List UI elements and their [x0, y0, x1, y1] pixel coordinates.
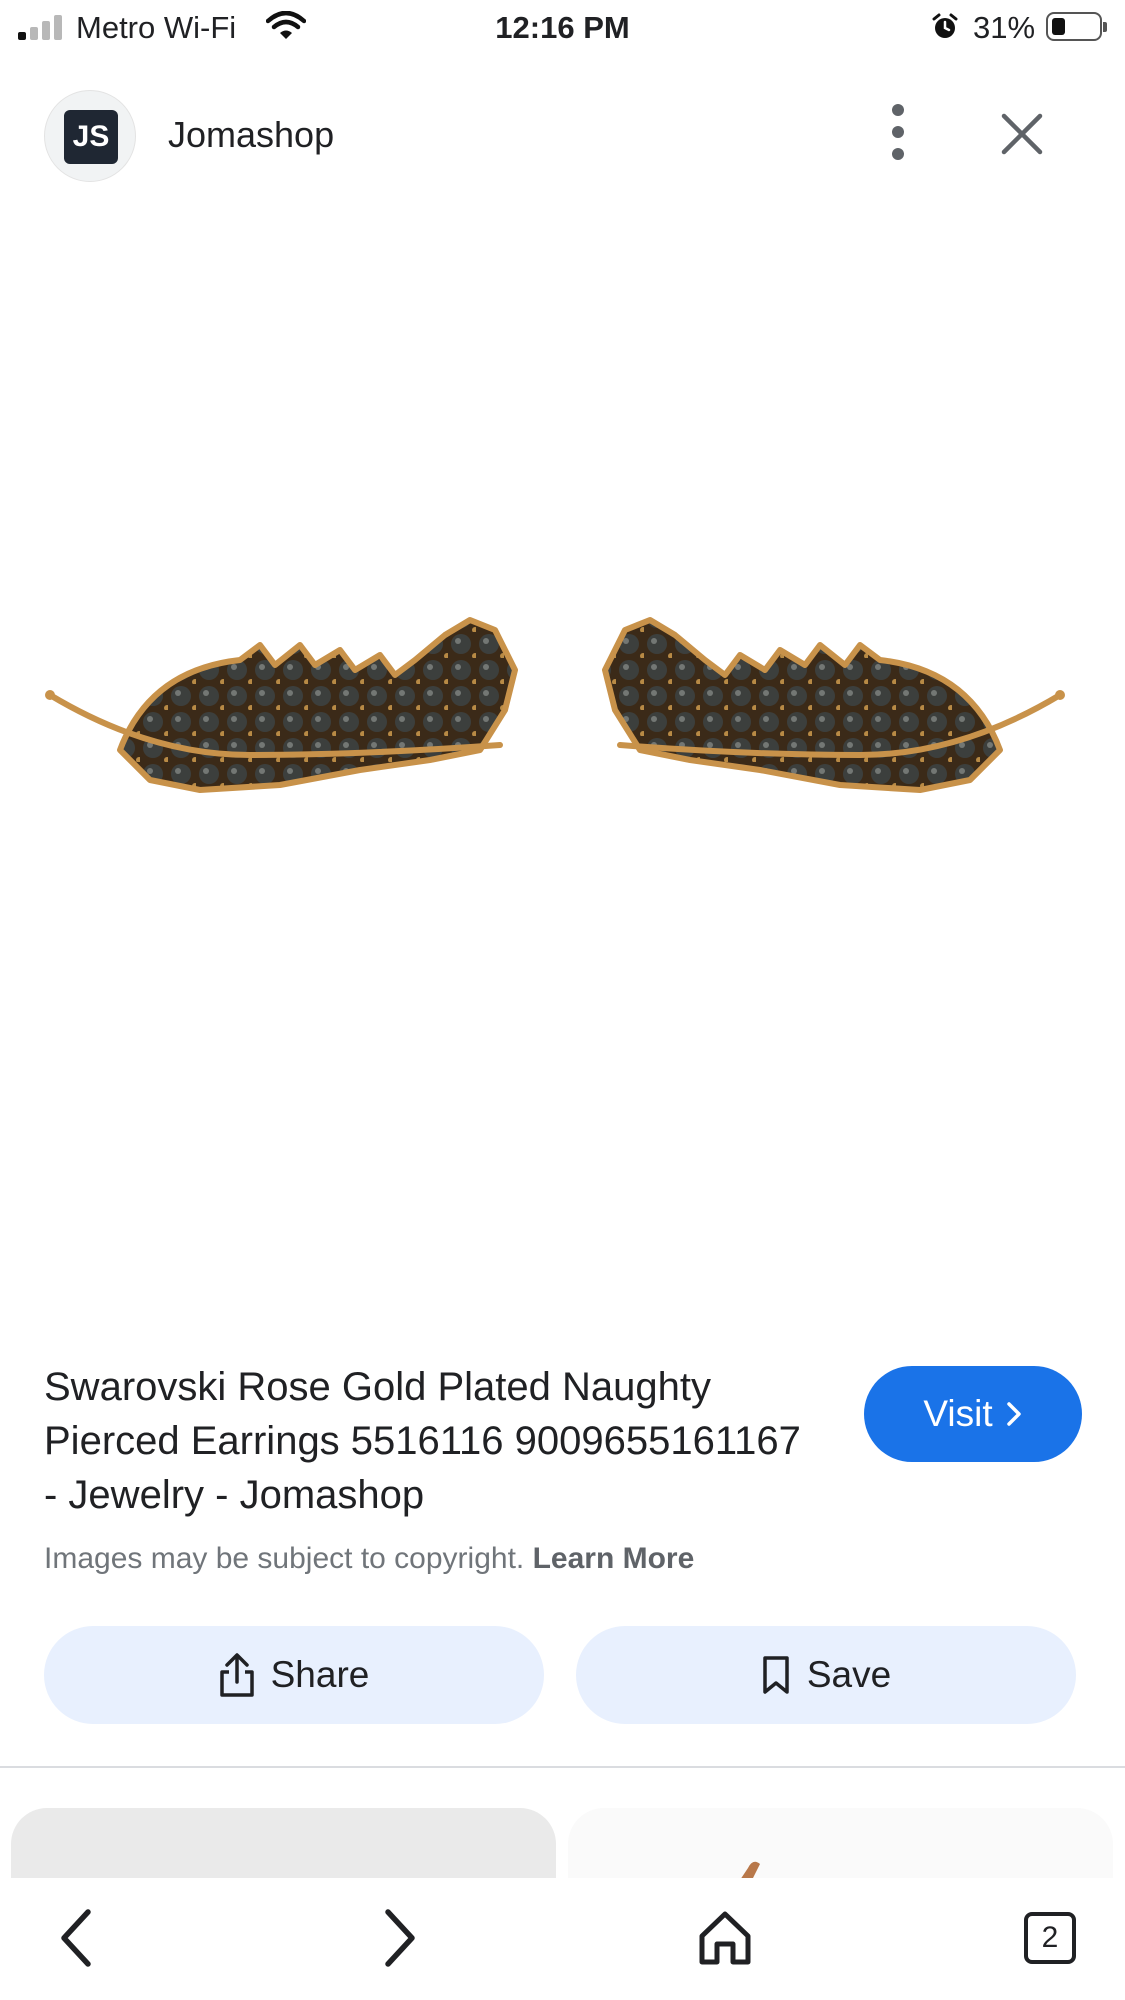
forward-icon	[385, 1909, 415, 1967]
right-earring	[602, 617, 1065, 793]
product-image[interactable]	[0, 190, 1125, 1330]
copyright-notice: Images may be subject to copyright. Lear…	[44, 1542, 694, 1576]
tabs-button[interactable]: 2	[1010, 1898, 1090, 1978]
visit-button[interactable]: Visit	[864, 1366, 1082, 1462]
site-name[interactable]: Jomashop	[168, 114, 334, 156]
forward-button[interactable]	[360, 1898, 440, 1978]
left-earring	[45, 617, 518, 793]
more-options-button[interactable]	[870, 104, 926, 164]
share-label: Share	[270, 1654, 370, 1695]
home-icon	[699, 1911, 751, 1965]
bookmark-icon	[763, 1656, 789, 1694]
save-button[interactable]: Save	[576, 1626, 1076, 1724]
back-icon	[61, 1909, 91, 1967]
section-divider	[0, 1766, 1125, 1768]
visit-label: Visit	[923, 1393, 993, 1434]
save-label: Save	[806, 1654, 892, 1695]
status-bar: Metro Wi-Fi 12:16 PM 31%	[0, 0, 1125, 56]
result-title[interactable]: Swarovski Rose Gold Plated Naughty Pierc…	[44, 1360, 824, 1522]
earrings-image	[45, 617, 1065, 793]
share-icon	[219, 1653, 254, 1697]
learn-more-link[interactable]: Learn More	[533, 1542, 695, 1575]
viewer-header: JS Jomashop	[0, 88, 1125, 184]
alarm-icon	[932, 13, 958, 38]
image-viewer-page: Metro Wi-Fi 12:16 PM 31% JS Jomashop Swa…	[0, 0, 1125, 2000]
site-logo: JS	[64, 110, 118, 164]
chevron-right-icon	[1006, 1402, 1021, 1426]
battery-icon	[1046, 12, 1107, 41]
battery-percent: 31%	[973, 10, 1036, 45]
close-icon[interactable]	[996, 108, 1048, 160]
site-avatar[interactable]: JS	[44, 90, 136, 182]
share-button[interactable]: Share	[44, 1626, 544, 1724]
copyright-text: Images may be subject to copyright.	[44, 1542, 525, 1575]
more-vert-icon	[892, 104, 904, 116]
back-button[interactable]	[36, 1898, 116, 1978]
tabs-icon: 2	[1024, 1912, 1076, 1964]
bottom-navigation: 2	[0, 1878, 1125, 2000]
home-button[interactable]	[685, 1898, 765, 1978]
